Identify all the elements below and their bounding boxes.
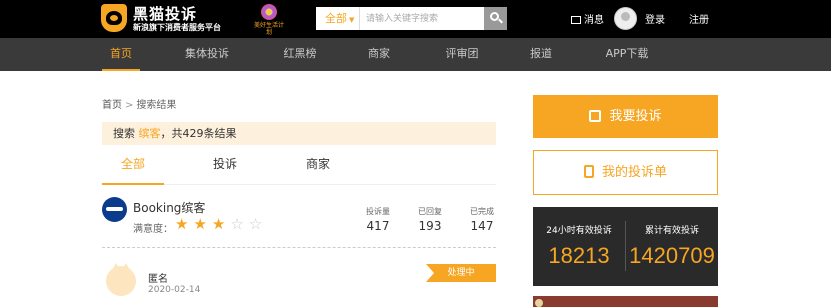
stat-24h-value: 18213 (548, 243, 610, 268)
status-badge: 处理中 (426, 264, 496, 282)
complaint-stats-panel: 24小时有效投诉 18213 累计有效投诉 1420709 (533, 207, 718, 286)
caret-down-icon: ▼ (349, 16, 355, 24)
breadcrumb: 首页 > 搜索结果 (102, 96, 176, 111)
search-input[interactable] (362, 7, 484, 30)
merchant-card[interactable]: Booking缤客 满意度： ★★★☆☆ 投诉量 417 已回复 193 已完成… (102, 196, 496, 248)
star-empty-icon: ☆ (230, 215, 249, 233)
satisfaction-label: 满意度： (133, 224, 173, 235)
nav-item-app-download[interactable]: APP下载 (601, 38, 653, 71)
edit-icon (589, 110, 602, 122)
messages-label: 消息 (584, 15, 604, 26)
main-nav: 首页 集体投诉 红黑榜 商家 评审团 报道 APP下载 (0, 38, 831, 71)
merchant-name[interactable]: Booking缤客 (133, 199, 205, 216)
search-scope-select[interactable]: 全部 ▼ (316, 7, 360, 30)
tab-merchants[interactable]: 商家 (290, 150, 346, 185)
stat-24h-label: 24小时有效投诉 (546, 226, 612, 236)
breadcrumb-home[interactable]: 首页 (102, 100, 122, 111)
complaint-date: 2020-02-14 (148, 285, 201, 295)
stat-value: 147 (470, 219, 494, 233)
partner-logo[interactable]: 美好生活计划 (252, 2, 286, 36)
nav-item-review-panel[interactable]: 评审团 (440, 38, 484, 71)
brand-name: 黑猫投诉 (133, 5, 198, 23)
result-count: ，共429条结果 (160, 127, 237, 140)
result-tabs: 全部 投诉 商家 (102, 150, 496, 185)
brand-slogan: 新浪旗下消费者服务平台 (133, 23, 221, 32)
stat-label: 投诉量 (366, 207, 390, 216)
tab-all[interactable]: 全部 (102, 150, 164, 185)
cat-logo-icon (101, 4, 127, 32)
breadcrumb-current: 搜索结果 (136, 100, 177, 111)
promo-banner[interactable] (533, 296, 718, 307)
my-complaints-label: 我的投诉单 (601, 165, 667, 180)
nav-item-merchants[interactable]: 商家 (364, 38, 394, 71)
cat-avatar-icon (106, 263, 136, 296)
tab-complaints[interactable]: 投诉 (197, 150, 253, 185)
star-filled-icon: ★ (175, 215, 194, 233)
merchant-logo (102, 197, 127, 222)
partner-text: 美好生活计划 (253, 22, 284, 36)
stat-total-value: 1420709 (629, 243, 715, 268)
star-filled-icon: ★ (211, 215, 231, 233)
result-prefix: 搜索 (113, 127, 135, 140)
register-link[interactable]: 注册 (689, 11, 709, 26)
file-complaint-label: 我要投诉 (609, 109, 662, 124)
star-empty-icon: ☆ (248, 215, 268, 233)
stat-completed: 已完成 147 (464, 206, 500, 233)
search-result-summary: 搜索 缤客，共429条结果 (102, 122, 496, 145)
stat-total-label: 累计有效投诉 (644, 226, 699, 236)
stat-24h: 24小时有效投诉 18213 (533, 207, 625, 286)
login-link[interactable]: 登录 (645, 11, 665, 26)
top-bar: 黑猫投诉 新浪旗下消费者服务平台 美好生活计划 全部▼ 消息 登录 注册 (0, 0, 831, 38)
complaint-item[interactable]: 匿名 2020-02-14 处理中 (102, 262, 496, 307)
user-avatar[interactable] (614, 7, 637, 30)
search-icon-handle (498, 18, 503, 24)
clipboard-icon (583, 165, 594, 178)
stat-value: 193 (418, 219, 442, 233)
stat-complaints: 投诉量 417 (360, 206, 396, 233)
search-button[interactable] (484, 7, 507, 30)
stat-replied: 已回复 193 (412, 206, 448, 233)
my-complaints-button[interactable]: 我的投诉单 (533, 150, 718, 195)
search-box: 全部 ▼ (316, 7, 507, 30)
envelope-icon (571, 16, 581, 24)
nav-item-red-black-list[interactable]: 红黑榜 (279, 38, 321, 71)
complaint-user: 匿名 (148, 274, 168, 285)
search-scope-label: 全部 (325, 12, 347, 25)
breadcrumb-separator: > (125, 100, 134, 111)
result-keyword: 缤客 (138, 127, 161, 140)
nav-item-reports[interactable]: 报道 (526, 38, 556, 71)
star-filled-icon: ★ (193, 215, 212, 233)
stat-label: 已回复 (418, 207, 442, 216)
messages-link[interactable]: 消息 (571, 11, 604, 26)
nav-item-home[interactable]: 首页 (102, 38, 140, 71)
flower-icon (261, 4, 277, 20)
file-complaint-button[interactable]: 我要投诉 (533, 95, 718, 138)
stat-value: 417 (366, 219, 390, 233)
stat-total: 累计有效投诉 1420709 (626, 207, 718, 286)
satisfaction-stars: ★★★☆☆ (175, 215, 267, 233)
stat-label: 已完成 (470, 207, 494, 216)
nav-item-group-complaints[interactable]: 集体投诉 (181, 38, 233, 71)
